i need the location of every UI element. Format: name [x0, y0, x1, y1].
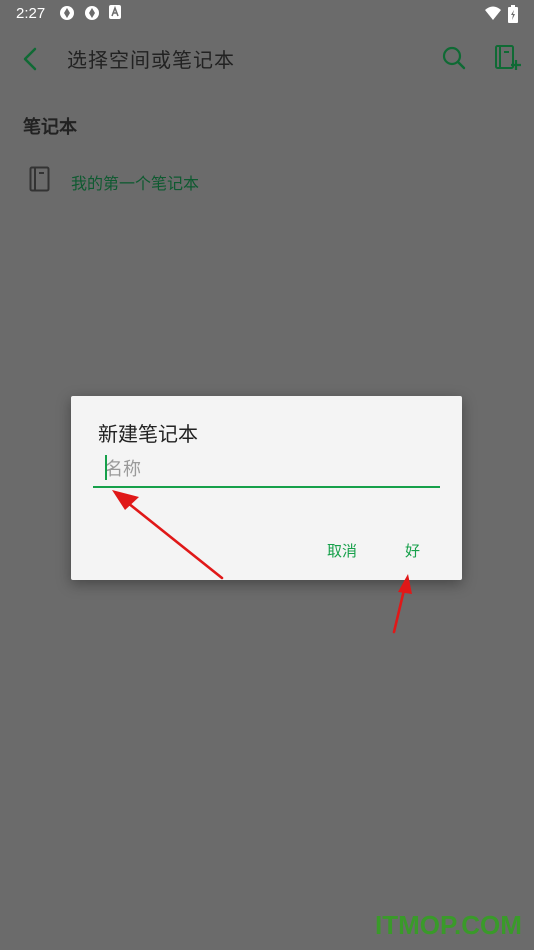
- new-notebook-dialog: 新建笔记本 取消 好: [71, 396, 462, 580]
- ok-button[interactable]: 好: [399, 536, 426, 565]
- notebook-icon: [29, 166, 50, 192]
- cancel-button[interactable]: 取消: [321, 536, 363, 565]
- a-badge-icon: [109, 5, 121, 19]
- notebook-label: 我的第一个笔记本: [71, 174, 200, 193]
- aperture-icon: [60, 6, 74, 20]
- annotation-arrow-ok: [392, 574, 412, 634]
- search-icon[interactable]: [440, 44, 468, 72]
- watermark: ITMOP.COM: [375, 910, 522, 940]
- battery-charging-icon: [508, 5, 518, 23]
- notebook-list-item[interactable]: 我的第一个笔记本: [20, 160, 520, 202]
- add-notebook-icon[interactable]: [492, 43, 522, 73]
- wifi-icon: [485, 6, 501, 20]
- app-bar: 选择空间或笔记本: [0, 28, 534, 90]
- section-header-notebooks: 笔记本: [23, 117, 77, 138]
- chevron-left-icon[interactable]: [16, 44, 46, 74]
- dialog-title: 新建笔记本: [98, 422, 198, 446]
- status-time: 2:27: [16, 5, 46, 22]
- page-title: 选择空间或笔记本: [67, 48, 235, 72]
- status-bar: 2:27: [0, 0, 534, 28]
- aperture-icon: [85, 6, 99, 20]
- notebook-name-input[interactable]: [93, 452, 440, 488]
- text-caret: [105, 455, 107, 480]
